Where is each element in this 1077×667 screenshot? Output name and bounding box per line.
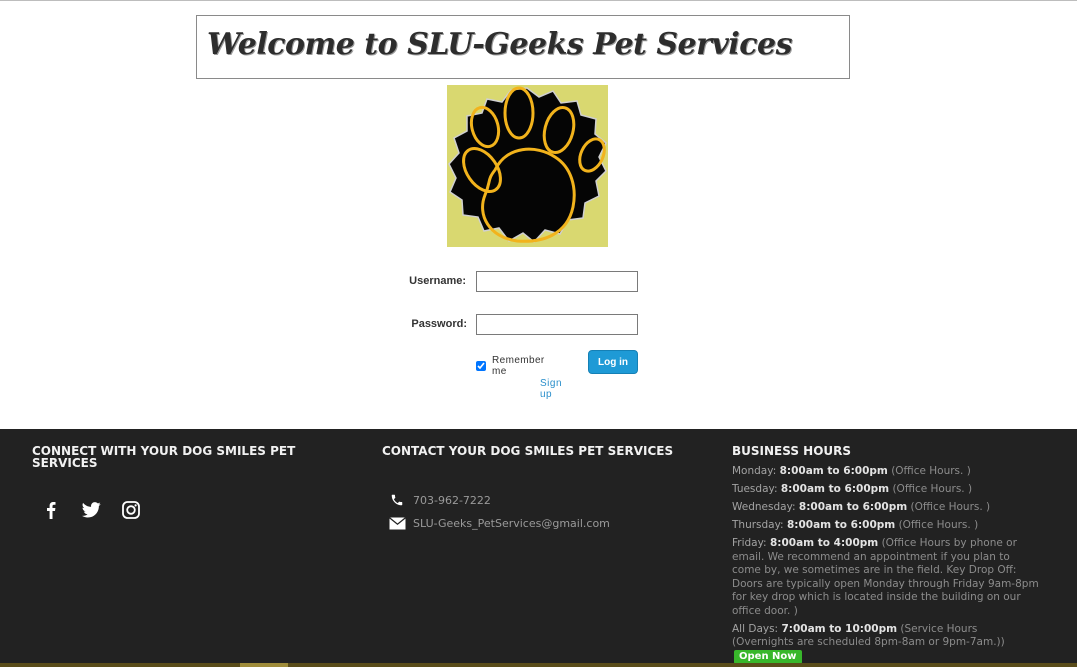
open-now-badge[interactable]: Open Now [734, 650, 802, 665]
username-label: Username: [409, 275, 466, 287]
signup-link[interactable]: Sign up [540, 378, 562, 400]
strip-highlight [240, 663, 288, 667]
business-hours-list: Monday: 8:00am to 6:00pm (Office Hours. … [732, 465, 1040, 667]
login-button[interactable]: Log in [588, 350, 638, 374]
instagram-icon[interactable] [120, 499, 142, 521]
hours-entry: Thursday: 8:00am to 6:00pm (Office Hours… [732, 518, 979, 531]
hours-entry: All Days: 7:00am to 10:00pm (Service Hou… [732, 622, 1005, 665]
remember-me[interactable]: Remember me [476, 355, 545, 377]
hours-entry: Wednesday: 8:00am to 6:00pm (Office Hour… [732, 500, 991, 513]
remember-me-checkbox[interactable] [476, 361, 486, 371]
hours-title: BUSINESS HOURS [732, 444, 852, 458]
password-label: Password: [411, 318, 467, 330]
connect-title: CONNECT WITH YOUR DOG SMILES PET SERVICE… [32, 444, 296, 470]
top-border [0, 0, 1077, 1]
phone-number: 703-962-7222 [413, 493, 491, 507]
page-title: Welcome to SLU-Geeks Pet Services [207, 27, 792, 62]
email-row: SLU-Geeks_PetServices@gmail.com [388, 517, 610, 530]
envelope-icon [388, 517, 406, 530]
remember-me-label: Remember me [492, 355, 545, 377]
hours-entry: Monday: 8:00am to 6:00pm (Office Hours. … [732, 465, 971, 477]
footer: CONNECT WITH YOUR DOG SMILES PET SERVICE… [0, 429, 1077, 667]
twitter-icon[interactable] [80, 499, 102, 521]
email-link[interactable]: SLU-Geeks_PetServices@gmail.com [413, 517, 610, 530]
phone-icon [388, 493, 406, 507]
password-input[interactable] [476, 314, 638, 335]
footer-bottom-strip [0, 663, 1077, 667]
facebook-icon[interactable] [40, 499, 62, 521]
paw-logo [447, 85, 608, 247]
hours-entry: Friday: 8:00am to 4:00pm (Office Hours b… [732, 536, 1039, 617]
social-links [40, 499, 142, 521]
username-input[interactable] [476, 271, 638, 292]
paw-print-icon [447, 85, 608, 247]
phone-row: 703-962-7222 [388, 493, 491, 507]
contact-title: CONTACT YOUR DOG SMILES PET SERVICES [382, 444, 674, 458]
welcome-banner: Welcome to SLU-Geeks Pet Services [196, 15, 850, 79]
hours-entry: Tuesday: 8:00am to 6:00pm (Office Hours.… [732, 482, 973, 495]
